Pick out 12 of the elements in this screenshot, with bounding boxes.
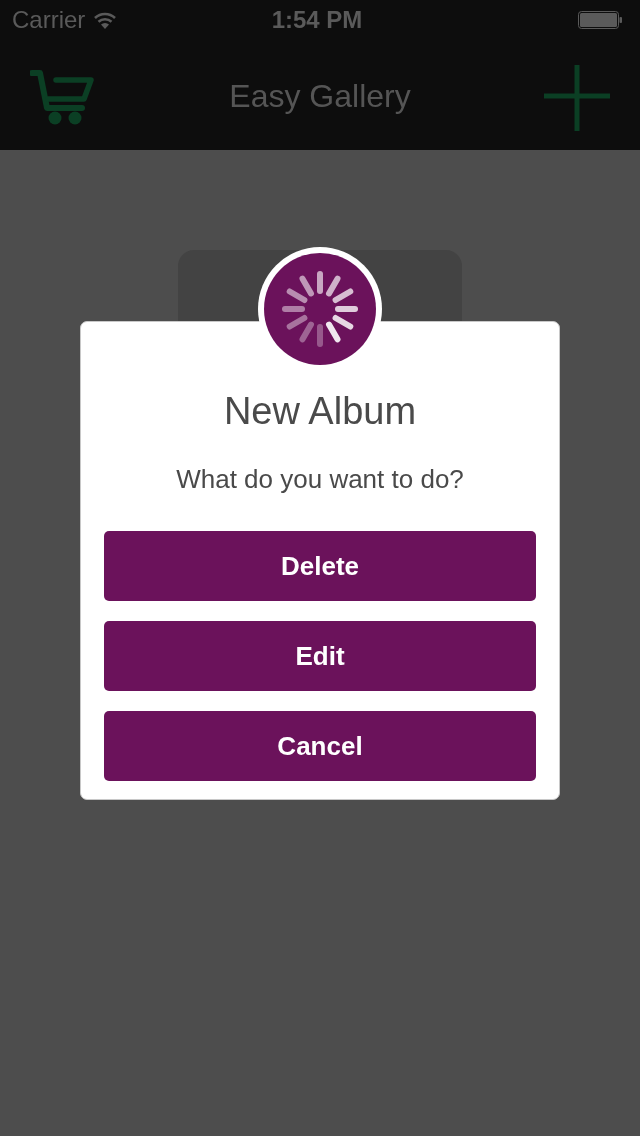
wifi-icon xyxy=(93,11,118,29)
dialog-message: What do you want to do? xyxy=(176,463,464,495)
action-button[interactable]: Edit xyxy=(104,621,536,691)
status-time: 1:54 PM xyxy=(271,6,363,34)
cart-icon[interactable] xyxy=(30,70,96,126)
dialog-title: New Album xyxy=(223,389,417,434)
carrier-label: Carrier xyxy=(12,6,86,34)
action-button[interactable]: Delete xyxy=(104,531,536,601)
battery-icon xyxy=(578,11,622,29)
action-button[interactable]: Cancel xyxy=(104,711,536,781)
app-title: Easy Gallery xyxy=(229,77,411,116)
plus-icon[interactable] xyxy=(544,65,610,131)
